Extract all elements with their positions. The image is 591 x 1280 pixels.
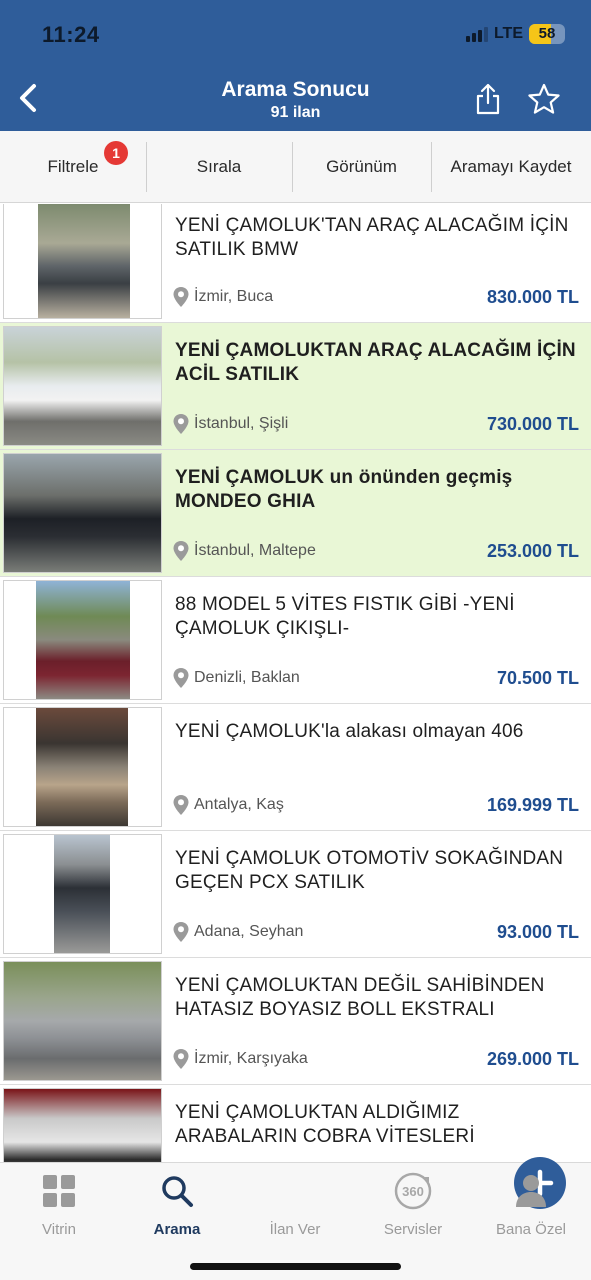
tab-services[interactable]: 360 Servisler — [363, 1171, 463, 1238]
tab-showcase-label: Vitrin — [42, 1221, 76, 1238]
listing-location-text: İstanbul, Şişli — [194, 415, 289, 432]
listing-location-text: Antalya, Kaş — [194, 796, 284, 813]
listing-photo — [3, 707, 162, 827]
listing-title: YENİ ÇAMOLUK OTOMOTİV SOKAĞINDAN GEÇEN P… — [175, 848, 564, 893]
listing-row[interactable]: 88 MODEL 5 VİTES FISTIK GİBİ -YENİ ÇAMOL… — [0, 577, 591, 704]
listing-row[interactable]: YENİ ÇAMOLUKTAN ARAÇ ALACAĞIM İÇİN ACİL … — [0, 323, 591, 450]
tab-profile[interactable]: Bana Özel — [481, 1171, 581, 1238]
listing-row[interactable]: YENİ ÇAMOLUKTAN DEĞİL SAHİBİNDEN HATASIZ… — [0, 958, 591, 1085]
listing-row[interactable]: YENİ ÇAMOLUK OTOMOTİV SOKAĞINDAN GEÇEN P… — [0, 831, 591, 958]
signal-icon — [465, 26, 488, 42]
svg-text:360: 360 — [402, 1184, 424, 1199]
360-icon: 360 — [394, 1172, 432, 1210]
view-button[interactable]: Görünüm — [292, 131, 431, 203]
listing-title: YENİ ÇAMOLUK'la alakası olmayan 406 — [175, 721, 524, 742]
result-count: 91 ilan — [270, 104, 321, 121]
listing-location: İzmir, Karşıyaka — [172, 1048, 308, 1070]
listing-location: Adana, Seyhan — [172, 921, 303, 943]
listing-price: 93.000 TL — [496, 922, 579, 942]
listing-photo — [3, 204, 162, 319]
home-indicator — [190, 1263, 401, 1270]
filter-count-badge: 1 — [104, 141, 128, 165]
listing-price: 830.000 TL — [486, 287, 579, 307]
location-pin-icon — [173, 922, 189, 942]
listing-row[interactable]: YENİ ÇAMOLUK un önünden geçmiş MONDEO GH… — [0, 450, 591, 577]
location-pin-icon — [173, 287, 189, 307]
share-icon[interactable] — [474, 82, 502, 116]
location-pin-icon — [173, 541, 189, 561]
app-header: 11:24 LTE 58 Arama Sonucu 91 ilan — [0, 0, 591, 131]
listing-photo — [3, 961, 162, 1081]
save-search-label: Aramayı Kaydet — [450, 157, 572, 176]
listing-location: Antalya, Kaş — [172, 794, 284, 816]
listing-title: YENİ ÇAMOLUK un önünden geçmiş MONDEO GH… — [175, 467, 513, 512]
listing-price: 70.500 TL — [496, 668, 579, 688]
tab-profile-label: Bana Özel — [495, 1221, 567, 1238]
page-title: Arama Sonucu — [221, 78, 370, 101]
filter-toolbar: Filtrele 1 Sırala Görünüm Aramayı Kaydet — [0, 131, 591, 203]
tab-showcase[interactable]: Vitrin — [9, 1171, 109, 1238]
sort-button[interactable]: Sırala — [146, 131, 292, 203]
listing-price: 253.000 TL — [486, 541, 579, 561]
listing-price: 269.000 TL — [486, 1049, 579, 1069]
save-search-button[interactable]: Aramayı Kaydet — [431, 131, 591, 203]
location-pin-icon — [173, 414, 189, 434]
listing-title: YENİ ÇAMOLUK'TAN ARAÇ ALACAĞIM İÇİN SATI… — [175, 215, 569, 260]
view-label: Görünüm — [326, 157, 397, 176]
listing-location-text: İstanbul, Maltepe — [194, 542, 316, 559]
listing-photo — [3, 1088, 162, 1162]
listing-location: İzmir, Buca — [172, 286, 273, 308]
sort-label: Sırala — [196, 157, 242, 176]
grid-icon — [43, 1175, 75, 1207]
status-time: 11:24 — [42, 22, 100, 47]
listing-price: 169.999 TL — [486, 795, 579, 815]
listing-location-text: İzmir, Karşıyaka — [194, 1050, 308, 1067]
bottom-tab-bar: Vitrin Arama İlan Ver 360 Servisler Bana… — [0, 1157, 591, 1280]
status-indicators: LTE 58 — [465, 24, 565, 44]
location-pin-icon — [173, 795, 189, 815]
search-icon — [162, 1176, 193, 1207]
tab-search[interactable]: Arama — [127, 1171, 227, 1238]
listing-location: Denizli, Baklan — [172, 667, 300, 689]
listing-row[interactable]: YENİ ÇAMOLUK'la alakası olmayan 406 Anta… — [0, 704, 591, 831]
tab-search-label: Arama — [153, 1221, 201, 1238]
listing-price: 730.000 TL — [486, 414, 579, 434]
filter-label: Filtrele — [47, 157, 99, 176]
app-root: 11:24 LTE 58 Arama Sonucu 91 ilan Filtre… — [0, 0, 591, 1280]
location-pin-icon — [173, 1049, 189, 1069]
listing-row[interactable]: YENİ ÇAMOLUKTAN ALDIĞIMIZ ARABALARIN COB… — [0, 1085, 591, 1162]
listing-location: İstanbul, Şişli — [172, 413, 288, 435]
nav-bar: Arama Sonucu 91 ilan — [0, 60, 591, 131]
location-pin-icon — [173, 668, 189, 688]
listing-location-text: Denizli, Baklan — [194, 669, 300, 686]
battery-level: 58 — [538, 25, 556, 42]
listing-title: 88 MODEL 5 VİTES FISTIK GİBİ -YENİ ÇAMOL… — [175, 594, 515, 639]
tab-post-ad[interactable]: İlan Ver — [245, 1157, 566, 1238]
listing-location-text: İzmir, Buca — [194, 288, 274, 305]
tab-post-ad-label: İlan Ver — [269, 1221, 321, 1238]
listing-photo — [3, 834, 162, 954]
listing-list: YENİ ÇAMOLUK'TAN ARAÇ ALACAĞIM İÇİN SATI… — [0, 204, 591, 1162]
listing-title: YENİ ÇAMOLUKTAN ARAÇ ALACAĞIM İÇİN ACİL … — [175, 340, 576, 385]
status-bar: 11:24 LTE 58 — [0, 0, 591, 60]
listing-title: YENİ ÇAMOLUKTAN DEĞİL SAHİBİNDEN HATASIZ… — [175, 975, 545, 1020]
network-type: LTE — [493, 25, 523, 42]
listing-photo — [3, 580, 162, 700]
listing-photo — [3, 326, 162, 446]
battery-icon: 58 — [529, 24, 565, 44]
favorite-star-icon[interactable] — [526, 82, 562, 116]
listing-location-text: Adana, Seyhan — [194, 923, 304, 940]
tab-services-label: Servisler — [383, 1221, 443, 1238]
listing-photo — [3, 453, 162, 573]
listing-title: YENİ ÇAMOLUKTAN ALDIĞIMIZ ARABALARIN COB… — [175, 1102, 475, 1147]
listing-row[interactable]: YENİ ÇAMOLUK'TAN ARAÇ ALACAĞIM İÇİN SATI… — [0, 204, 591, 323]
user-icon — [516, 1175, 546, 1207]
filter-button[interactable]: Filtrele 1 — [0, 131, 146, 203]
listing-location: İstanbul, Maltepe — [172, 540, 316, 562]
